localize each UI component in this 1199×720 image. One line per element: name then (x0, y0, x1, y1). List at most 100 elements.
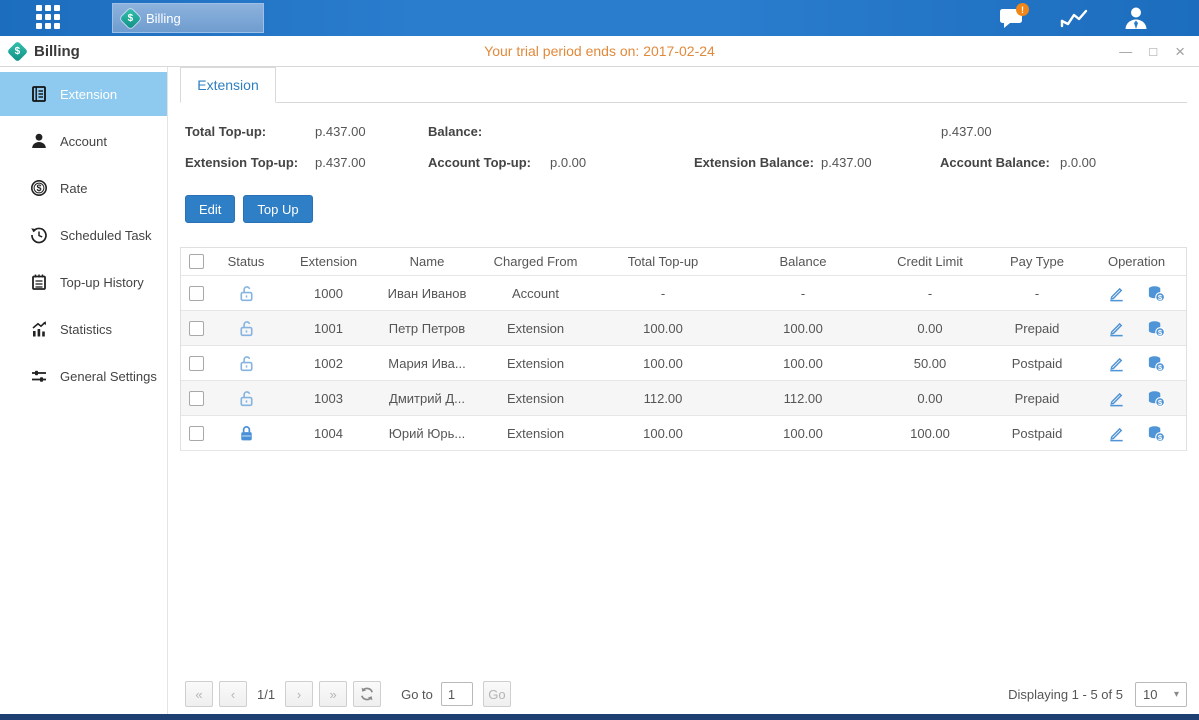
row-checkbox[interactable] (189, 391, 204, 406)
sidebar-item-label: Scheduled Task (60, 228, 152, 243)
prev-page-button[interactable]: ‹ (219, 681, 247, 707)
user-account-icon[interactable] (1121, 5, 1151, 31)
sidebar-item-extension[interactable]: Extension (0, 72, 167, 116)
first-page-button[interactable]: « (185, 681, 213, 707)
table-row: 1000Иван ИвановAccount----$ (181, 276, 1186, 311)
billing-app-icon: $ (120, 7, 141, 28)
content-area: Extension Total Top-up:p.437.00Balance:p… (168, 67, 1199, 714)
page-indicator: 1/1 (257, 687, 275, 702)
sidebar-item-top-up-history[interactable]: Top-up History (0, 260, 167, 304)
cell-pay-type: Prepaid (987, 321, 1087, 336)
edit-pencil-icon[interactable] (1107, 354, 1126, 373)
topup-coins-icon[interactable]: $ (1146, 354, 1166, 373)
cell-total-top-up: 100.00 (593, 321, 733, 336)
topup-coins-icon[interactable]: $ (1146, 424, 1166, 443)
summary-label: Account Balance: (940, 155, 1060, 170)
status-cell (211, 316, 281, 341)
status-cell (211, 351, 281, 376)
status-cell (211, 281, 281, 306)
minimize-icon[interactable]: — (1119, 45, 1131, 58)
balance-summary: Total Top-up:p.437.00Balance:p.437.00 Ext… (180, 116, 1187, 178)
summary-row: Total Top-up:p.437.00Balance:p.437.00 (180, 116, 1187, 147)
column-header-name: Name (376, 254, 478, 269)
taskbar-billing-tab[interactable]: $ Billing (112, 3, 264, 33)
cell-total-top-up: 112.00 (593, 391, 733, 406)
status-cell (211, 386, 281, 411)
edit-pencil-icon[interactable] (1107, 284, 1126, 303)
edit-pencil-icon[interactable] (1107, 319, 1126, 338)
table-row: 1003Дмитрий Д...Extension112.00112.000.0… (181, 381, 1186, 416)
sidebar-item-label: Account (60, 134, 107, 149)
topup-coins-icon[interactable]: $ (1146, 319, 1166, 338)
next-page-button[interactable]: › (285, 681, 313, 707)
summary-label: Balance: (428, 124, 941, 139)
row-checkbox[interactable] (189, 286, 204, 301)
sidebar-item-statistics[interactable]: Statistics (0, 307, 167, 351)
refresh-button[interactable] (353, 681, 381, 707)
cell-name: Мария Ива... (376, 356, 478, 371)
displaying-text: Displaying 1 - 5 of 5 (1008, 687, 1123, 702)
sidebar-item-label: Rate (60, 181, 87, 196)
cell-credit-limit: 100.00 (873, 426, 987, 441)
summary-label: Total Top-up: (185, 124, 315, 139)
operation-cell: $ (1087, 354, 1186, 373)
cell-balance: - (733, 286, 873, 301)
sidebar-item-general-settings[interactable]: General Settings (0, 354, 167, 398)
row-checkbox[interactable] (189, 356, 204, 371)
close-icon[interactable]: × (1175, 43, 1185, 60)
row-checkbox[interactable] (189, 426, 204, 441)
goto-label: Go to (401, 687, 433, 702)
summary-value: p.0.00 (1060, 155, 1160, 170)
goto-page-input[interactable] (441, 682, 473, 706)
top-up-button[interactable]: Top Up (243, 195, 312, 223)
column-header-credit-limit: Credit Limit (873, 254, 987, 269)
page-size-select[interactable]: 10 ▾ (1135, 682, 1187, 707)
maximize-icon[interactable]: □ (1149, 45, 1157, 58)
window-titlebar: $ Billing Your trial period ends on: 201… (0, 36, 1199, 67)
lock-closed-icon (237, 424, 256, 443)
notification-badge: ! (1016, 3, 1029, 16)
topup-coins-icon[interactable]: $ (1146, 284, 1166, 303)
cell-name: Иван Иванов (376, 286, 478, 301)
lock-open-icon (237, 354, 256, 373)
cell-total-top-up: - (593, 286, 733, 301)
column-header-extension: Extension (281, 254, 376, 269)
topup-coins-icon[interactable]: $ (1146, 389, 1166, 408)
chevron-down-icon: ▾ (1174, 689, 1179, 700)
edit-pencil-icon[interactable] (1107, 389, 1126, 408)
column-header-charged-from: Charged From (478, 254, 593, 269)
last-page-button[interactable]: » (319, 681, 347, 707)
edit-pencil-icon[interactable] (1107, 424, 1126, 443)
app-launcher-icon[interactable] (36, 5, 64, 31)
svg-text:$: $ (1158, 433, 1163, 442)
table-row: 1002Мария Ива...Extension100.00100.0050.… (181, 346, 1186, 381)
sliders-icon (30, 367, 48, 385)
tab-extension[interactable]: Extension (180, 67, 276, 103)
extensions-table: StatusExtensionNameCharged FromTotal Top… (180, 247, 1187, 451)
summary-value: p.0.00 (550, 155, 694, 170)
svg-text:$: $ (1158, 293, 1163, 302)
cell-extension: 1003 (281, 391, 376, 406)
operation-cell: $ (1087, 424, 1186, 443)
cell-credit-limit: - (873, 286, 987, 301)
messages-icon[interactable]: ! (997, 5, 1027, 31)
sidebar-item-rate[interactable]: $Rate (0, 166, 167, 210)
sidebar-item-account[interactable]: Account (0, 119, 167, 163)
go-button[interactable]: Go (483, 681, 511, 707)
cell-credit-limit: 0.00 (873, 321, 987, 336)
table-row: 1004Юрий Юрь...Extension100.00100.00100.… (181, 416, 1186, 451)
row-select-cell (181, 321, 211, 336)
history-clock-icon (30, 226, 48, 244)
topbar: $ Billing ! (0, 0, 1199, 36)
row-select-cell (181, 391, 211, 406)
cell-balance: 100.00 (733, 321, 873, 336)
row-checkbox[interactable] (189, 321, 204, 336)
sidebar-item-label: Extension (60, 87, 117, 102)
page-size-value: 10 (1143, 687, 1157, 702)
reports-chart-icon[interactable] (1059, 5, 1089, 31)
select-all-checkbox[interactable] (189, 254, 204, 269)
edit-button[interactable]: Edit (185, 195, 235, 223)
window-title: $ Billing (10, 43, 80, 60)
summary-label: Extension Balance: (694, 155, 821, 170)
sidebar-item-scheduled-task[interactable]: Scheduled Task (0, 213, 167, 257)
